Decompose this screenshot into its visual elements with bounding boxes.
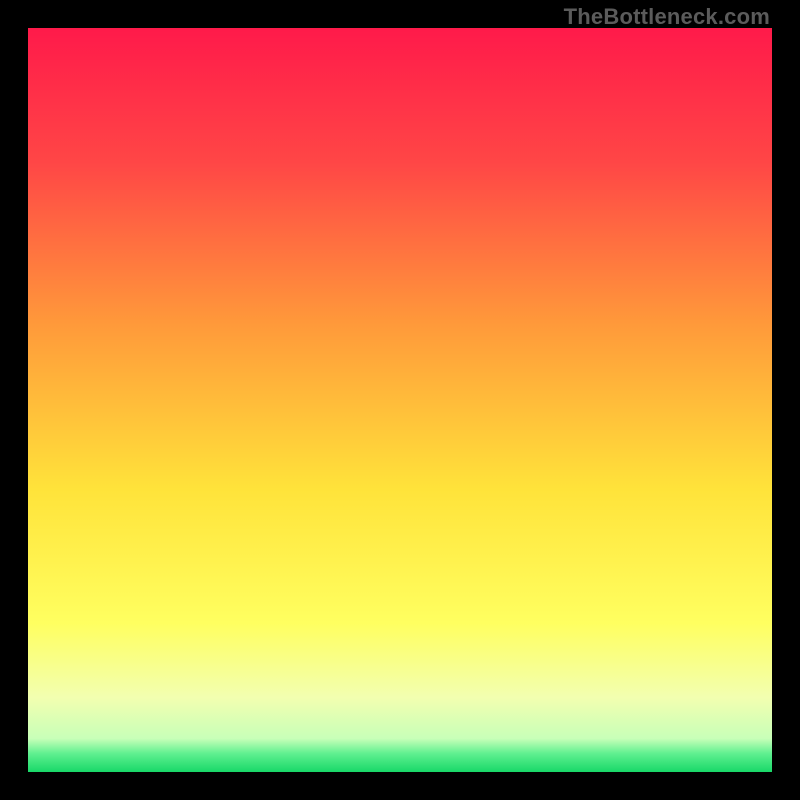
plot-area	[28, 28, 772, 772]
chart-canvas: TheBottleneck.com	[0, 0, 800, 800]
watermark-text: TheBottleneck.com	[564, 4, 770, 30]
curve-layer	[28, 28, 772, 772]
